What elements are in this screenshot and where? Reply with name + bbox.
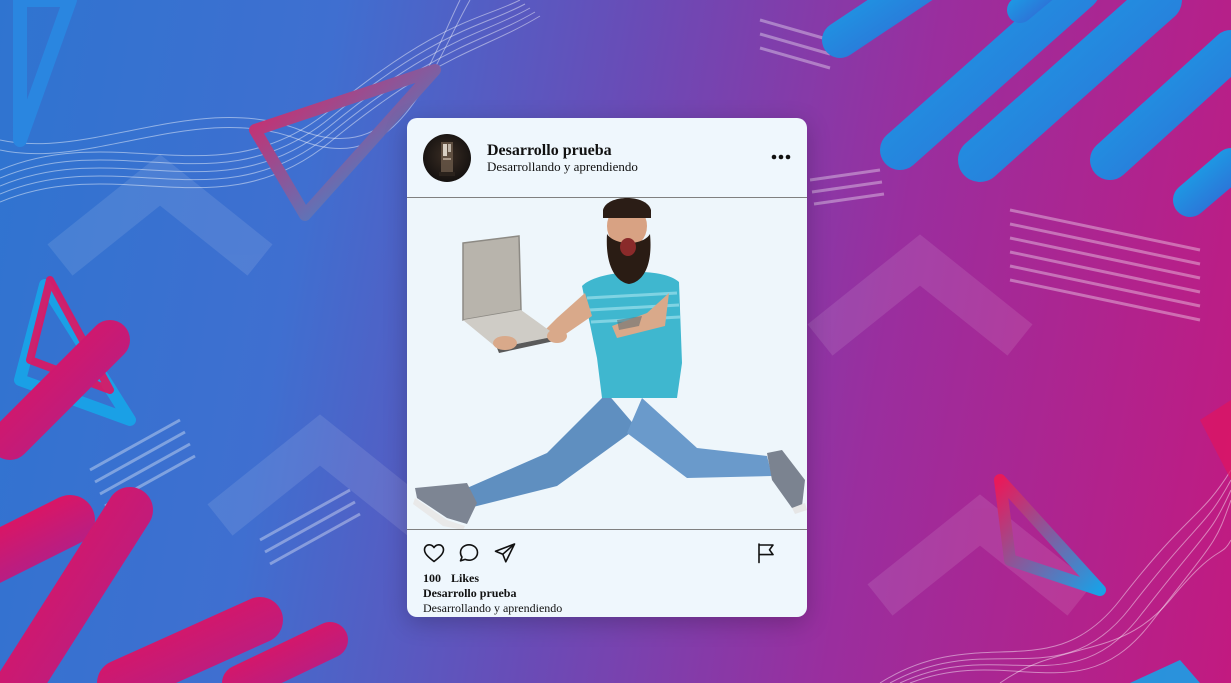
avatar[interactable] [423, 134, 471, 182]
post-author-name[interactable]: Desarrollo prueba [487, 142, 612, 160]
avatar-image [439, 142, 455, 176]
send-icon [494, 543, 516, 563]
heart-icon [423, 544, 445, 563]
more-options-button[interactable] [769, 148, 793, 166]
like-button[interactable] [422, 541, 446, 565]
share-button[interactable] [493, 541, 517, 565]
post-card: Desarrollo prueba Desarrollando y aprend… [407, 118, 807, 617]
likes-count: 100 [423, 571, 441, 585]
post-author-subtitle: Desarrollando y aprendiendo [487, 159, 638, 174]
post-image[interactable] [407, 198, 807, 530]
caption-author[interactable]: Desarrollo prueba [423, 586, 516, 601]
flag-icon [758, 543, 774, 564]
comment-bubble-icon [459, 544, 479, 562]
post-actions-bar [407, 539, 807, 567]
post-image-illustration [413, 198, 807, 529]
more-options-icon [771, 154, 791, 160]
caption-text: Desarrollando y aprendiendo [423, 601, 563, 615]
likes-count-row[interactable]: 100 Likes [423, 571, 479, 586]
comment-button[interactable] [457, 541, 481, 565]
report-button[interactable] [754, 541, 778, 565]
post-header: Desarrollo prueba Desarrollando y aprend… [407, 118, 807, 198]
likes-label: Likes [451, 571, 480, 585]
